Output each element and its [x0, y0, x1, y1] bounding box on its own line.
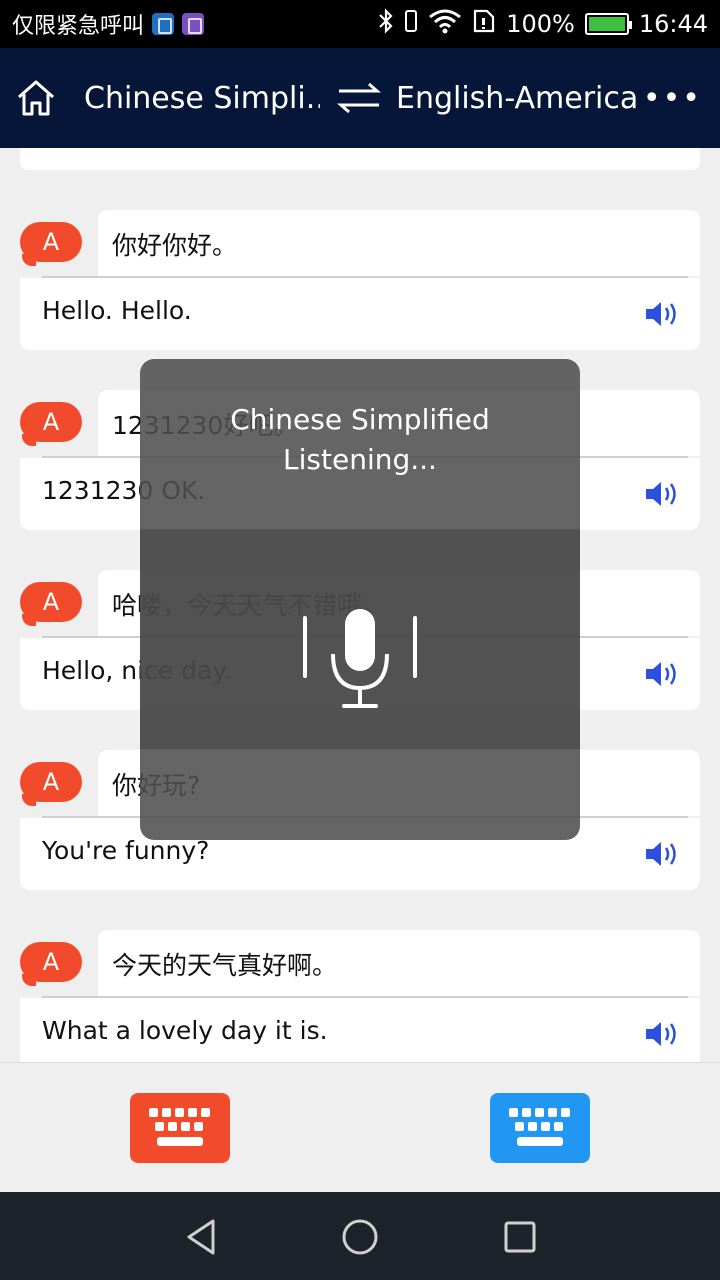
translation-text: You're funny? — [42, 836, 210, 865]
avatar-label: A — [20, 402, 82, 446]
translation-text: Hello. Hello. — [42, 296, 192, 325]
speaker-avatar: A — [20, 222, 82, 266]
vibrate-icon — [404, 9, 418, 39]
avatar-label: A — [20, 942, 82, 986]
bluetooth-icon — [378, 8, 394, 40]
swap-icon — [337, 82, 381, 114]
avatar-label: A — [20, 582, 82, 626]
source-text-row[interactable]: 你好你好。 — [98, 210, 700, 276]
source-text: 你好你好。 — [112, 231, 238, 260]
listening-dialog[interactable]: Chinese Simplified Listening... — [140, 359, 580, 840]
home-button[interactable] — [14, 76, 58, 120]
source-text: 今天的天气真好啊。 — [112, 951, 338, 980]
source-language-selector[interactable]: Chinese Simpli... — [84, 81, 320, 116]
target-language-selector[interactable]: English-America — [396, 81, 638, 116]
home-icon — [18, 80, 54, 116]
circle-home-icon — [342, 1219, 378, 1255]
input-footer — [0, 1062, 720, 1192]
system-navigation-bar — [0, 1192, 720, 1280]
clock: 16:44 — [638, 10, 708, 38]
carrier-text: 仅限紧急呼叫 — [12, 14, 145, 39]
source-keyboard-button[interactable] — [130, 1093, 230, 1163]
translation-row[interactable]: What a lovely day it is. — [20, 998, 700, 1062]
keyboard-icon — [149, 1108, 210, 1146]
square-recents-icon — [504, 1221, 536, 1253]
listening-status: Listening... — [283, 443, 437, 476]
speaker-icon[interactable] — [644, 1018, 682, 1054]
mic-panel — [140, 529, 580, 749]
back-icon — [187, 1219, 215, 1255]
conversation-entry[interactable]: 你好你好。 Hello. Hello. A — [0, 210, 720, 350]
listening-language: Chinese Simplified — [230, 403, 490, 436]
more-icon[interactable]: ••• — [643, 81, 706, 116]
avatar-label: A — [20, 762, 82, 806]
speaker-avatar: A — [20, 402, 82, 446]
app-header: Chinese Simpli... English-America ••• — [0, 48, 720, 148]
speaker-avatar: A — [20, 762, 82, 806]
conversation-entry[interactable]: 今天的天气真好啊。 What a lovely day it is. A — [0, 930, 720, 1062]
battery-percent: 100% — [506, 10, 575, 38]
speaker-avatar: A — [20, 582, 82, 626]
back-button[interactable] — [176, 1212, 226, 1262]
home-nav-button[interactable] — [335, 1212, 385, 1262]
source-text-row[interactable]: 今天的天气真好啊。 — [98, 930, 700, 996]
speaker-icon[interactable] — [644, 298, 682, 334]
sim-icon — [472, 8, 496, 40]
speaker-avatar: A — [20, 942, 82, 986]
target-keyboard-button[interactable] — [490, 1093, 590, 1163]
previous-card — [20, 148, 700, 170]
status-bar: 仅限紧急呼叫 100% 16:44 — [0, 0, 720, 48]
keyboard-icon — [509, 1108, 570, 1146]
image-icon — [182, 13, 205, 35]
wifi-icon — [428, 8, 462, 40]
avatar-label: A — [20, 222, 82, 266]
microphone-icon[interactable] — [290, 604, 430, 714]
translation-row[interactable]: Hello. Hello. — [20, 278, 700, 350]
usb-icon — [152, 13, 175, 35]
speaker-icon[interactable] — [644, 658, 682, 694]
speaker-icon[interactable] — [644, 838, 682, 874]
translation-text: What a lovely day it is. — [42, 1016, 328, 1045]
speaker-icon[interactable] — [644, 478, 682, 514]
battery-icon — [584, 13, 632, 35]
swap-languages-button[interactable] — [334, 76, 384, 120]
recents-button[interactable] — [495, 1212, 545, 1262]
